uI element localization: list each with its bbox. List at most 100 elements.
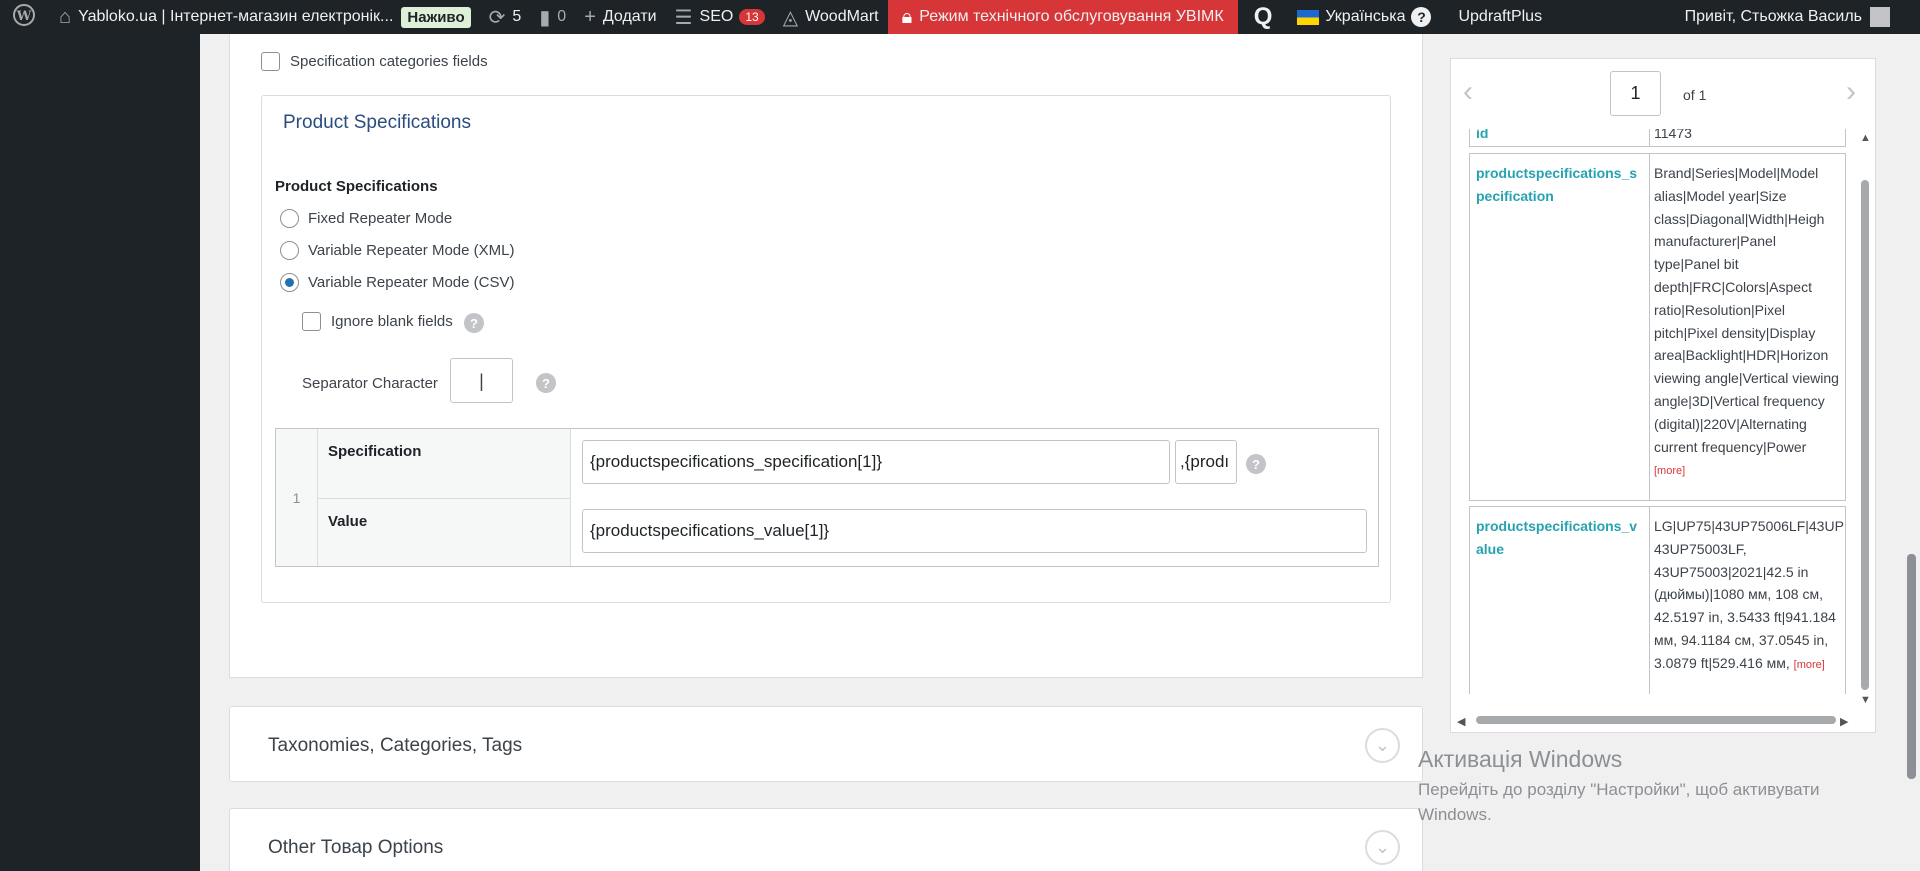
wordpress-menu[interactable]: W	[0, 0, 50, 34]
specification-key: Specification	[318, 429, 571, 499]
help-icon: ?	[1411, 7, 1432, 27]
scroll-up-arrow[interactable]: ▲	[1860, 132, 1871, 144]
ignore-blank-label: Ignore blank fields	[331, 313, 453, 330]
preview-value-text: LG|UP75|43UP75006LF|43UP 43UP75003LF, 43…	[1654, 518, 1844, 671]
fixed-repeater-radio[interactable]	[280, 209, 299, 228]
taxonomies-section[interactable]: Taxonomies, Categories, Tags ⌄	[229, 706, 1423, 782]
seo-label: SEO	[699, 8, 734, 25]
table-row: productspecifications_value LG|UP75|43UP…	[1469, 506, 1846, 694]
product-specifications-title: Product Specifications	[283, 112, 471, 133]
scroll-down-arrow[interactable]: ▼	[1860, 694, 1871, 706]
specification-help-icon[interactable]: ?	[1246, 454, 1266, 474]
maintenance-mode-link[interactable]: 🔒︎ Режим технічного обслуговування УВІМК	[887, 0, 1238, 34]
variable-csv-label: Variable Repeater Mode (CSV)	[308, 274, 515, 291]
plus-icon: +	[584, 5, 596, 28]
preview-value-text: Brand|Series|Model|Model alias|Model yea…	[1654, 165, 1839, 455]
fixed-repeater-label: Fixed Repeater Mode	[308, 210, 453, 227]
lock-icon: 🔒︎	[901, 5, 913, 28]
preview-value: Brand|Series|Model|Model alias|Model yea…	[1649, 154, 1845, 500]
specification-input[interactable]: {productspecifications_specification[1]}	[582, 440, 1170, 484]
page-number-input[interactable]: 1	[1610, 71, 1661, 116]
seo-count-badge: 13	[739, 9, 765, 25]
preview-horizontal-scroll-thumb[interactable]	[1476, 716, 1836, 724]
preview-vertical-scroll-thumb[interactable]	[1861, 180, 1869, 690]
value-input[interactable]: {productspecifications_value[1]}	[582, 509, 1367, 553]
windows-activation-subtitle: Перейдіть до розділу "Настройки", щоб ак…	[1418, 780, 1820, 824]
maintenance-label: Режим технічного обслуговування УВІМК	[919, 8, 1224, 25]
svg-text:W: W	[16, 9, 32, 24]
flag-icon	[1297, 9, 1320, 25]
preview-key: id	[1476, 129, 1489, 141]
preview-key: productspecifications_value	[1476, 518, 1638, 557]
greeting: Привіт, Стьожка Василь	[1684, 8, 1862, 25]
product-specifications-group-label: Product Specifications	[275, 178, 438, 195]
taxonomies-title: Taxonomies, Categories, Tags	[268, 735, 523, 756]
more-link[interactable]: [more]	[1654, 465, 1685, 477]
language-label: Українська	[1325, 8, 1406, 25]
ignore-blank-checkbox[interactable]	[302, 312, 321, 331]
site-name-link[interactable]: ⌂ Yabloko.ua | Інтернет-магазин електрон…	[50, 0, 480, 34]
preview-key: productspecifications_specification	[1476, 165, 1638, 204]
updates-link[interactable]: ⟳ 5	[480, 0, 531, 34]
updraftplus-link[interactable]: UpdraftPlus	[1440, 0, 1560, 34]
other-options-title: Other Товар Options	[268, 837, 444, 858]
table-row: id 11473	[1469, 129, 1846, 147]
ignore-blank-help-icon[interactable]: ?	[464, 313, 484, 333]
comments-link[interactable]: ▮ 0	[530, 0, 575, 34]
language-switcher[interactable]: Українська ?	[1288, 0, 1440, 34]
repeater-row-number: 1	[276, 429, 318, 566]
specification-extra-input[interactable]: ,{prodı	[1175, 440, 1237, 484]
preview-panel: ‹ 1 of 1 › id 11473 productspecification…	[1450, 58, 1876, 733]
wordpress-icon: W	[12, 3, 36, 32]
windows-activation-title: Активація Windows	[1418, 746, 1623, 772]
home-icon: ⌂	[59, 5, 72, 28]
woodmart-label: WoodMart	[805, 8, 879, 25]
page-of-label: of 1	[1683, 87, 1707, 103]
chevron-right-icon[interactable]: ›	[1846, 75, 1856, 109]
windows-activation-notice: Активація Windows Перейдіть до розділу "…	[1418, 746, 1858, 827]
variable-xml-label: Variable Repeater Mode (XML)	[308, 242, 515, 259]
admin-sidebar	[0, 34, 200, 871]
table-row: productspecifications_specification Bran…	[1469, 153, 1846, 501]
chevron-down-icon[interactable]: ⌄	[1365, 830, 1400, 865]
scroll-right-arrow[interactable]: ▶	[1840, 715, 1848, 728]
updates-icon: ⟳	[488, 6, 506, 29]
variable-csv-radio[interactable]	[280, 273, 299, 292]
preview-value: LG|UP75|43UP75006LF|43UP 43UP75003LF, 43…	[1649, 507, 1845, 694]
user-account-menu[interactable]: Привіт, Стьожка Василь	[1676, 0, 1920, 34]
seo-link[interactable]: ☰ SEO 13	[666, 0, 774, 34]
q-icon: Q	[1253, 3, 1273, 30]
separator-label: Separator Character	[302, 375, 438, 392]
separator-input[interactable]: |	[450, 358, 513, 403]
comments-icon: ▮	[539, 6, 551, 29]
page-scroll-thumb[interactable]	[1907, 554, 1916, 779]
preview-pager: ‹ 1 of 1 ›	[1451, 59, 1875, 129]
updraftplus-label: UpdraftPlus	[1458, 8, 1543, 25]
admin-bar: W ⌂ Yabloko.ua | Інтернет-магазин електр…	[0, 0, 1920, 34]
page-scrollbar[interactable]	[1903, 34, 1920, 871]
spec-categories-label: Specification categories fields	[290, 53, 488, 70]
separator-help-icon[interactable]: ?	[536, 373, 556, 393]
live-badge: Наживо	[401, 6, 471, 28]
preview-vertical-scrollbar[interactable]	[1858, 130, 1872, 705]
other-options-section[interactable]: Other Товар Options ⌄	[229, 808, 1423, 871]
variable-xml-radio[interactable]	[280, 241, 299, 260]
more-link[interactable]: [more]	[1794, 659, 1825, 671]
chevron-down-icon[interactable]: ⌄	[1365, 728, 1400, 763]
preview-value: 11473	[1649, 129, 1845, 146]
chevron-left-icon[interactable]: ‹	[1463, 75, 1473, 109]
scroll-left-arrow[interactable]: ◀	[1457, 715, 1465, 728]
q-plugin-link[interactable]: Q	[1238, 0, 1289, 34]
woodmart-link[interactable]: ◬ WoodMart	[774, 0, 888, 34]
preview-table: id 11473 productspecifications_specifica…	[1469, 129, 1846, 694]
seo-icon: ☰	[674, 6, 693, 29]
add-new-link[interactable]: + Додати	[575, 0, 665, 34]
woodmart-icon: ◬	[782, 6, 799, 29]
add-label: Додати	[602, 8, 657, 25]
site-name: Yabloko.ua | Інтернет-магазин електронік…	[78, 8, 394, 25]
updates-count: 5	[512, 8, 522, 25]
preview-horizontal-scrollbar[interactable]	[1456, 713, 1856, 727]
avatar-icon	[1870, 7, 1890, 27]
spec-categories-checkbox[interactable]	[261, 52, 280, 71]
value-key: Value	[318, 499, 571, 566]
